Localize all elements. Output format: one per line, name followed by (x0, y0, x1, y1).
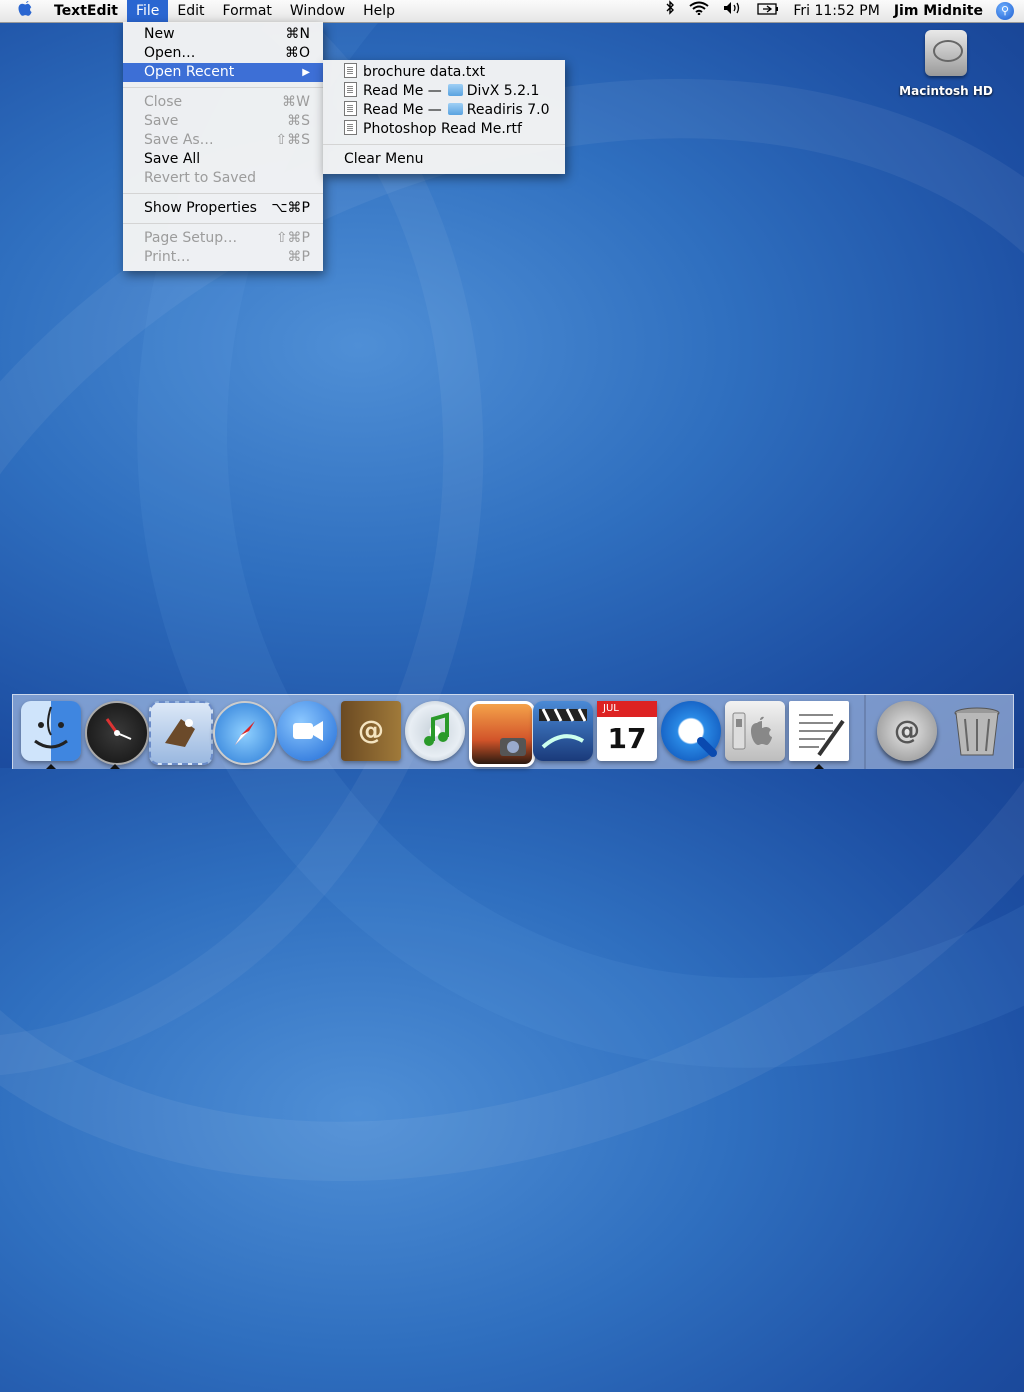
running-indicator (46, 764, 56, 769)
running-indicator (814, 764, 824, 769)
textedit-icon[interactable] (789, 701, 849, 761)
menu-item-label: Read Me — (363, 102, 442, 118)
menu-item-open-recent[interactable]: Open Recent ▶ (123, 63, 323, 82)
menu-item-show-properties[interactable]: Show Properties ⌥⌘P (123, 199, 323, 218)
menu-item-shortcut: ⌘S (287, 113, 310, 129)
ical-month: JUL (597, 701, 657, 717)
menu-item-save-as: Save As… ⇧⌘S (123, 131, 323, 150)
user-menu[interactable]: Jim Midnite (887, 0, 990, 22)
menu-item-close: Close ⌘W (123, 93, 323, 112)
menu-window[interactable]: Window (281, 0, 354, 22)
folder-icon (447, 103, 463, 115)
iphoto-icon[interactable] (469, 701, 535, 767)
menu-item-shortcut: ⇧⌘P (275, 230, 310, 246)
dock-divider (864, 695, 866, 769)
ical-day: 17 (607, 722, 647, 755)
menu-item-shortcut: ⇧⌘S (275, 132, 310, 148)
menu-item-label: Read Me — (363, 83, 442, 99)
menu-clock[interactable]: Fri 11:52 PM (786, 0, 886, 22)
menu-item-label: Close (144, 94, 183, 110)
document-icon (344, 82, 357, 97)
trash-icon[interactable] (947, 701, 1007, 761)
at-sign: @ (358, 716, 384, 746)
finder-icon[interactable] (21, 701, 81, 761)
menu-item-label: brochure data.txt (363, 64, 486, 80)
document-icon (344, 101, 357, 116)
wifi-icon[interactable] (682, 0, 716, 22)
menu-item-save-all[interactable]: Save All (123, 150, 323, 169)
menu-item-label: Clear Menu (344, 151, 424, 167)
menu-item-label: Save All (144, 151, 201, 167)
dock: @ JUL 17 @ (12, 694, 1014, 769)
menu-separator (123, 193, 323, 194)
rtf-document-icon (344, 120, 357, 135)
imovie-icon[interactable] (533, 701, 593, 761)
menu-item-new[interactable]: New ⌘N (123, 25, 323, 44)
menu-item-label: Show Properties (144, 200, 257, 216)
menu-item-clear-menu[interactable]: Clear Menu (323, 150, 565, 169)
safari-icon[interactable] (213, 701, 277, 765)
dashboard-icon[interactable] (85, 701, 149, 765)
quicktime-icon[interactable] (661, 701, 721, 761)
menu-item-shortcut: ⌥⌘P (271, 200, 310, 216)
menu-edit[interactable]: Edit (168, 0, 213, 22)
menu-item-label: Open Recent (144, 64, 235, 80)
bluetooth-icon[interactable] (658, 0, 682, 22)
menu-bar: TextEdit File Edit Format Window Help Fr… (0, 0, 1024, 23)
menu-item-print: Print… ⌘P (123, 248, 323, 267)
recent-item-photoshop-readme[interactable]: Photoshop Read Me.rtf (323, 120, 565, 139)
menu-item-open[interactable]: Open… ⌘O (123, 44, 323, 63)
system-preferences-icon[interactable] (725, 701, 785, 761)
menu-item-shortcut: ⌘P (287, 249, 310, 265)
recent-item-readiris-readme[interactable]: Read Me — Readiris 7.0 (323, 101, 565, 120)
menu-help[interactable]: Help (354, 0, 404, 22)
file-menu: New ⌘N Open… ⌘O Open Recent ▶ Close ⌘W Save ⌘… (123, 22, 323, 271)
menu-item-shortcut: ⌘O (284, 45, 310, 61)
battery-icon[interactable] (750, 0, 786, 22)
hard-drive-label: Macintosh HD (899, 84, 993, 98)
menu-separator (323, 144, 565, 145)
submenu-arrow-icon: ▶ (302, 67, 310, 78)
menu-file[interactable]: File (126, 0, 169, 22)
menu-separator (123, 87, 323, 88)
document-icon (344, 63, 357, 78)
itunes-icon[interactable] (405, 701, 465, 761)
menu-item-page-setup: Page Setup… ⇧⌘P (123, 229, 323, 248)
mail-icon[interactable] (149, 701, 213, 765)
app-menu-textedit[interactable]: TextEdit (45, 0, 127, 22)
ical-icon[interactable]: JUL 17 (597, 701, 657, 761)
desktop-hard-drive[interactable]: Macintosh HD (896, 30, 996, 98)
menu-item-label: Open… (144, 45, 196, 61)
menu-format[interactable]: Format (214, 0, 281, 22)
menu-separator (123, 223, 323, 224)
menu-item-label: Save (144, 113, 179, 129)
menu-item-shortcut: ⌘N (285, 26, 310, 42)
menu-item-label: New (144, 26, 175, 42)
mail-server-icon[interactable]: @ (877, 701, 937, 761)
at-sign: @ (894, 716, 920, 746)
menu-item-label: Print… (144, 249, 191, 265)
hard-drive-icon (925, 30, 967, 76)
spotlight-icon[interactable]: ⚲ (996, 2, 1014, 20)
volume-icon[interactable] (716, 0, 750, 22)
menu-item-label: Revert to Saved (144, 170, 257, 186)
menu-item-folder: DivX 5.2.1 (466, 83, 540, 99)
menu-item-label: Photoshop Read Me.rtf (363, 121, 522, 137)
menu-item-label: Save As… (144, 132, 214, 148)
apple-menu-icon[interactable] (0, 0, 45, 22)
menu-item-shortcut: ⌘W (282, 94, 310, 110)
address-book-icon[interactable]: @ (341, 701, 401, 761)
menu-extras: Fri 11:52 PM Jim Midnite ⚲ (658, 0, 1024, 22)
folder-icon (447, 84, 463, 96)
recent-item-brochure[interactable]: brochure data.txt (323, 63, 565, 82)
ichat-icon[interactable] (277, 701, 337, 761)
menu-item-revert: Revert to Saved (123, 169, 323, 188)
menu-item-save: Save ⌘S (123, 112, 323, 131)
open-recent-submenu: brochure data.txt Read Me — DivX 5.2.1 Re… (323, 60, 565, 174)
menu-item-label: Page Setup… (144, 230, 238, 246)
menu-item-folder: Readiris 7.0 (466, 102, 550, 118)
recent-item-divx-readme[interactable]: Read Me — DivX 5.2.1 (323, 82, 565, 101)
running-indicator (110, 764, 120, 769)
